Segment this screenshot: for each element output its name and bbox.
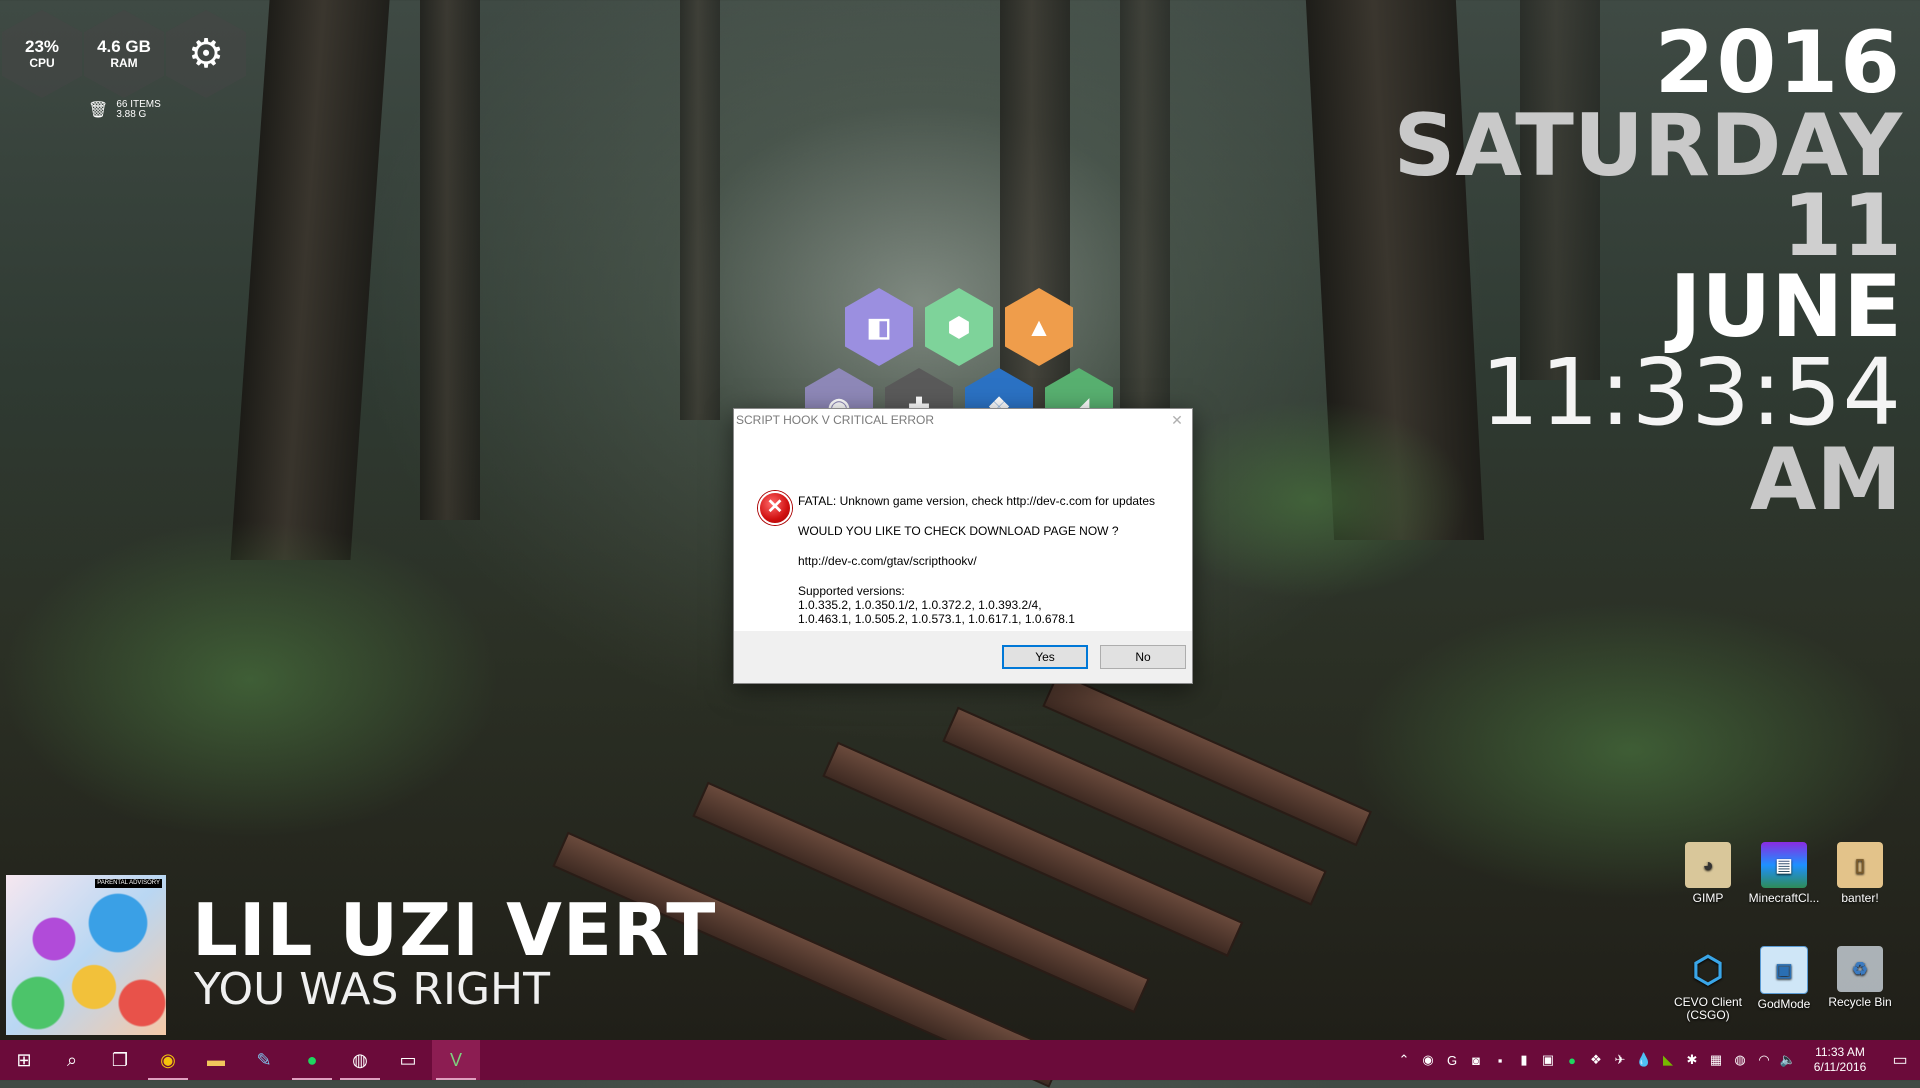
versions-line-1: 1.0.335.2, 1.0.350.1/2, 1.0.372.2, 1.0.3… <box>798 598 1042 612</box>
artist-name: LIL UZI VERT <box>192 888 717 972</box>
search-icon: ⌕ <box>66 1049 78 1070</box>
chevron-up-icon[interactable]: ⌃ <box>1392 1052 1416 1068</box>
taskbar-spotify[interactable]: ● <box>288 1040 336 1080</box>
taskbar-steam[interactable]: ◍ <box>336 1040 384 1080</box>
cevo-icon: ⬡ <box>1692 948 1724 990</box>
start-button[interactable]: ⊞ <box>0 1040 48 1080</box>
taskbar-date: 6/11/2016 <box>1813 1060 1867 1074</box>
steam-tray-icon[interactable]: ◍ <box>1728 1052 1752 1068</box>
gtav-icon: V <box>449 1049 462 1070</box>
cpu-label: CPU <box>29 56 55 70</box>
track-title: YOU WAS RIGHT <box>194 964 551 1015</box>
versions-line-2: 1.0.463.1, 1.0.505.2, 1.0.573.1, 1.0.617… <box>798 612 1075 626</box>
clock-ampm: AM <box>1749 430 1902 530</box>
taskbar-gtav[interactable]: V <box>432 1040 480 1080</box>
desktop-icon-label: GIMP <box>1692 891 1724 905</box>
discord-tray-icon[interactable]: ◙ <box>1464 1053 1488 1068</box>
advisory-label: PARENTAL ADVISORY <box>95 879 162 888</box>
desktop-icon-label: GodMode <box>1757 997 1811 1011</box>
g-tray-icon[interactable]: G <box>1440 1053 1464 1068</box>
trash-icon[interactable]: 🗑 <box>88 100 108 120</box>
ram-value: 4.6 GB <box>97 37 151 56</box>
folder-icon: ▯ <box>1837 842 1883 888</box>
gimp-icon: ◕ <box>1685 842 1731 888</box>
desktop-icon-label: CEVO Client (CSGO) <box>1673 995 1743 1022</box>
desktop-icon-godmode[interactable]: ▣ GodMode <box>1744 946 1824 1011</box>
dropbox-tray-icon[interactable]: ❖ <box>1584 1052 1608 1068</box>
no-button[interactable]: No <box>1100 645 1186 669</box>
taskbar-file-explorer[interactable]: ▬ <box>192 1040 240 1080</box>
notification-center-icon[interactable]: ▭ <box>1880 1050 1920 1070</box>
task-view-icon: ❐ <box>111 1049 129 1070</box>
fatal-message: FATAL: Unknown game version, check http:… <box>798 494 1156 508</box>
recycle-bin-icon: ♻ <box>1837 946 1883 992</box>
plane-tray-icon[interactable]: ✈ <box>1608 1052 1632 1068</box>
desktop-icon-cevo[interactable]: ⬡ CEVO Client (CSGO) <box>1668 946 1748 1022</box>
desktop-icon-recycle-bin[interactable]: ♻ Recycle Bin <box>1820 946 1900 1009</box>
battery-tray-icon[interactable]: ▮ <box>1512 1052 1536 1068</box>
clock-time: 11:33:54 <box>1480 339 1902 446</box>
ram-label: RAM <box>110 56 138 70</box>
album-art: PARENTAL ADVISORY <box>6 875 166 1035</box>
steam-icon: ◍ <box>352 1049 368 1070</box>
godmode-icon: ▣ <box>1760 946 1808 994</box>
trash-widget[interactable]: 🗑 66 ITEMS 3.88 G <box>88 100 161 120</box>
volume-icon[interactable]: 🔈 <box>1776 1052 1800 1068</box>
chrome-icon: ◉ <box>160 1049 176 1070</box>
trash-size: 3.88 G <box>116 109 147 120</box>
clock-widget: 2016 SATURDAY 11 JUNE 11:33:54 AM <box>1393 13 1902 530</box>
chrome-tray-icon[interactable]: ◉ <box>1416 1052 1440 1068</box>
taskbar-paint[interactable]: ✎ <box>240 1040 288 1080</box>
task-view-button[interactable]: ❐ <box>96 1040 144 1080</box>
twitch-icon: ◧ <box>866 311 892 342</box>
taskbar-time: 11:33 AM <box>1815 1045 1865 1059</box>
close-icon[interactable]: ✕ <box>1162 409 1192 439</box>
cpu-value: 23% <box>24 37 60 56</box>
vlc-cone-icon: ▲ <box>1026 311 1052 342</box>
dialog-body: ✕ FATAL: Unknown game version, check htt… <box>734 439 1192 631</box>
search-button[interactable]: ⌕ <box>48 1040 96 1080</box>
gear-icon[interactable]: ⚙ <box>188 34 224 74</box>
desktop-icon-label: banter! <box>1841 891 1879 905</box>
taskbar-clock[interactable]: 11:33 AM 6/11/2016 <box>1800 1045 1880 1075</box>
taskbar: ⊞ ⌕ ❐ ◉ ▬ ✎ ● ◍ ▭ V ⌃ ◉ G ◙ ▪ ▮ ▣ ● ❖ ✈ … <box>0 1040 1920 1080</box>
clock-year: 2016 <box>1654 13 1902 113</box>
dialog-footer: Yes No <box>734 631 1192 683</box>
clock-weekday: SATURDAY <box>1393 96 1902 196</box>
taskbar-app[interactable]: ▭ <box>384 1040 432 1080</box>
clock-day: 11 <box>1782 176 1902 276</box>
display-tray-icon[interactable]: ▣ <box>1536 1052 1560 1068</box>
desktop-icon-banter[interactable]: ▯ banter! <box>1820 842 1900 905</box>
yes-button[interactable]: Yes <box>1002 645 1088 669</box>
cube-icon: ⬢ <box>947 311 971 342</box>
desktop-icon-label: MinecraftCl... <box>1748 891 1820 905</box>
taskbar-chrome[interactable]: ◉ <box>144 1040 192 1080</box>
folder-icon: ▬ <box>207 1049 225 1070</box>
wifi-icon[interactable]: ◠ <box>1752 1052 1776 1068</box>
error-dialog: SCRIPT HOOK V CRITICAL ERROR ✕ ✕ FATAL: … <box>733 408 1193 684</box>
app-window-icon: ▭ <box>399 1049 417 1070</box>
question-message: WOULD YOU LIKE TO CHECK DOWNLOAD PAGE NO… <box>798 524 1119 538</box>
system-tray: ⌃ ◉ G ◙ ▪ ▮ ▣ ● ❖ ✈ 💧 ◣ ✱ ▦ ◍ ◠ 🔈 11:33 … <box>1392 1040 1920 1080</box>
desktop-icon-gimp[interactable]: ◕ GIMP <box>1668 842 1748 905</box>
nvidia-tray-icon[interactable]: ◣ <box>1656 1052 1680 1068</box>
clock-month: JUNE <box>1669 257 1902 357</box>
download-url: http://dev-c.com/gtav/scripthookv/ <box>798 554 977 568</box>
monitor-tray-icon[interactable]: ▪ <box>1488 1053 1512 1068</box>
desktop-icon-minecraft-client[interactable]: ▤ MinecraftCl... <box>1744 842 1824 905</box>
error-icon: ✕ <box>758 491 792 525</box>
bluetooth-tray-icon[interactable]: ✱ <box>1680 1052 1704 1068</box>
spotify-icon: ● <box>306 1049 318 1070</box>
dialog-message: FATAL: Unknown game version, check http:… <box>798 494 1178 626</box>
paint-icon: ✎ <box>256 1049 272 1070</box>
dialog-title: SCRIPT HOOK V CRITICAL ERROR <box>736 413 935 427</box>
drop-tray-icon[interactable]: 💧 <box>1632 1052 1656 1068</box>
windows-icon: ⊞ <box>16 1049 32 1070</box>
desktop-icon-label: Recycle Bin <box>1828 995 1892 1009</box>
spotify-tray-icon[interactable]: ● <box>1560 1053 1584 1068</box>
network-drive-tray-icon[interactable]: ▦ <box>1704 1052 1728 1068</box>
winrar-icon: ▤ <box>1761 842 1807 888</box>
supported-label: Supported versions: <box>798 584 905 598</box>
dialog-titlebar[interactable]: SCRIPT HOOK V CRITICAL ERROR ✕ <box>734 409 1192 439</box>
